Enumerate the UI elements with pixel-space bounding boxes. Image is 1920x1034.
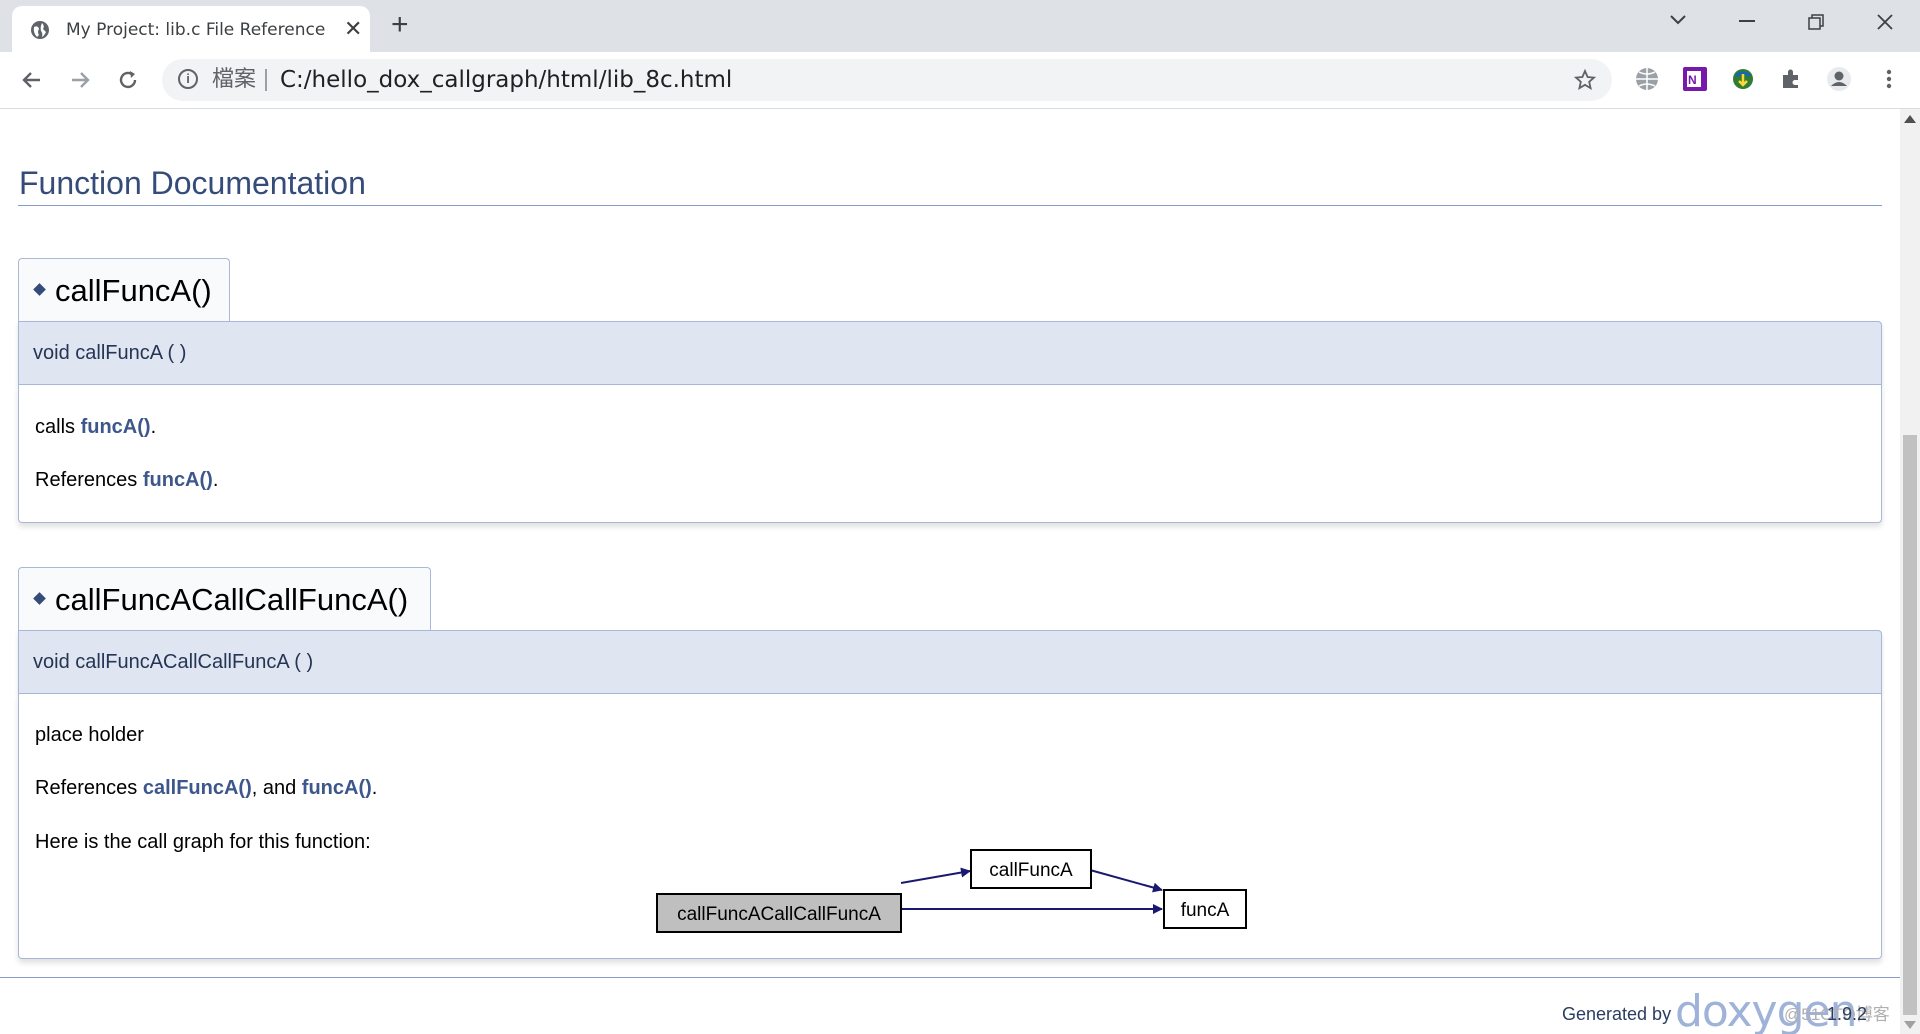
graph-node-funca[interactable]: funcA	[1163, 889, 1247, 929]
graph-node-callfunca[interactable]: callFuncA	[970, 849, 1092, 889]
heading-underline	[18, 205, 1882, 206]
references-prefix: References	[35, 469, 143, 491]
member-title-text[interactable]: callFuncA()	[55, 271, 212, 311]
browser-toolbar: i 檔案 C:/hello_dox_callgraph/html/lib_8c.…	[0, 52, 1920, 109]
page-content: Function Documentation callFuncA() void …	[0, 109, 1900, 1034]
graph-node-funca-label: funcA	[1181, 900, 1230, 921]
bookmark-star-icon[interactable]	[1574, 69, 1596, 91]
tab-search-chevron-icon[interactable]	[1669, 14, 1687, 26]
funca-link[interactable]: funcA()	[81, 416, 151, 438]
member-doc: place holder References callFuncA(), and…	[18, 694, 1882, 959]
member-title-callfuncacallcallfunca: callFuncACallCallFuncA()	[18, 567, 431, 631]
close-window-icon[interactable]	[1876, 13, 1894, 31]
url-text[interactable]: C:/hello_dox_callgraph/html/lib_8c.html	[280, 65, 732, 95]
tab-strip: My Project: lib.c File Reference ✕ +	[0, 0, 1920, 52]
edge-callfunca-to-funca	[1089, 869, 1163, 893]
graph-node-root-label: callFuncACallCallFuncA	[677, 904, 881, 925]
forward-arrow-icon[interactable]	[68, 68, 92, 92]
prototype-text: void callFuncACallCallFuncA ( )	[33, 651, 314, 673]
member-prototype: void callFuncACallCallFuncA ( )	[18, 630, 1882, 694]
description-prefix: calls	[35, 416, 81, 438]
download-manager-icon[interactable]	[1730, 66, 1756, 92]
extensions-puzzle-icon[interactable]	[1778, 66, 1804, 92]
translate-globe-icon[interactable]	[1634, 66, 1660, 92]
close-tab-icon[interactable]: ✕	[344, 18, 362, 40]
vertical-scrollbar[interactable]	[1900, 109, 1920, 1034]
scroll-thumb[interactable]	[1903, 435, 1917, 1015]
minimize-icon[interactable]	[1739, 20, 1755, 22]
site-label: 檔案	[212, 67, 257, 92]
description-end: .	[150, 416, 157, 438]
onenote-icon[interactable]: N	[1682, 66, 1708, 92]
restore-icon[interactable]	[1808, 14, 1824, 30]
diamond-bullet-icon	[33, 283, 46, 296]
browser-tab[interactable]: My Project: lib.c File Reference ✕	[12, 6, 370, 52]
member-doc: calls funcA(). References funcA().	[18, 385, 1882, 523]
references-text: References funcA().	[35, 467, 218, 493]
new-tab-button[interactable]: +	[391, 8, 409, 42]
funca-reference-link[interactable]: funcA()	[143, 469, 213, 491]
svg-text:N: N	[1688, 73, 1697, 87]
section-heading: Function Documentation	[19, 165, 366, 201]
tab-title: My Project: lib.c File Reference	[66, 20, 326, 40]
edge-root-to-callfunca	[900, 867, 971, 884]
globe-icon	[31, 21, 49, 39]
scroll-down-arrow-icon[interactable]	[1904, 1021, 1916, 1029]
back-arrow-icon[interactable]	[20, 68, 44, 92]
reload-icon[interactable]	[116, 68, 140, 92]
address-separator	[265, 69, 267, 91]
address-bar[interactable]: i 檔案 C:/hello_dox_callgraph/html/lib_8c.…	[162, 59, 1612, 101]
description-text: calls funcA().	[35, 414, 156, 440]
graph-node-root: callFuncACallCallFuncA	[656, 893, 902, 933]
browser-menu-icon[interactable]	[1876, 66, 1902, 92]
doxygen-version: 1.9.2	[1827, 1004, 1868, 1024]
scroll-up-arrow-icon[interactable]	[1904, 115, 1916, 123]
graph-node-callfunca-label: callFuncA	[989, 860, 1073, 881]
footer-divider	[0, 977, 1900, 978]
member-prototype: void callFuncA ( )	[18, 321, 1882, 385]
prototype-text: void callFuncA ( )	[33, 342, 187, 364]
profile-avatar-icon[interactable]	[1826, 66, 1852, 92]
site-info-icon[interactable]: i	[178, 69, 198, 89]
diamond-bullet-icon	[33, 592, 46, 605]
call-graph: callFuncACallCallFuncA callFuncA funcA	[656, 849, 1247, 933]
footer-generated-by: Generated by	[1562, 1004, 1672, 1024]
member-title-callfunca: callFuncA()	[18, 258, 230, 322]
references-end: .	[212, 469, 219, 491]
member-title-text[interactable]: callFuncACallCallFuncA()	[55, 580, 408, 620]
